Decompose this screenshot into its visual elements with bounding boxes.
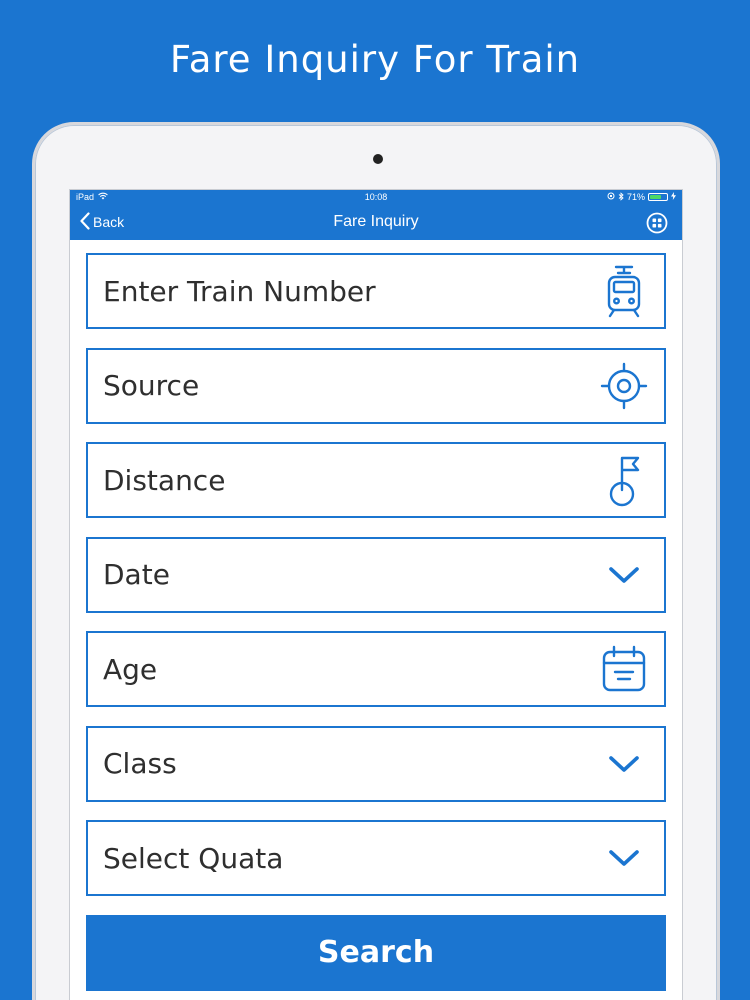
status-bar: iPad 10:08 71% (70, 190, 682, 204)
train-number-field[interactable]: Enter Train Number (86, 253, 666, 329)
search-button[interactable]: Search (86, 914, 666, 991)
age-field[interactable]: Age (86, 631, 666, 707)
navigation-bar: Back Fare Inquiry (70, 204, 682, 240)
back-label: Back (93, 214, 125, 230)
calendar-icon (600, 641, 648, 697)
source-placeholder: Source (103, 369, 200, 402)
bluetooth-icon (618, 191, 624, 203)
quota-placeholder: Select Quata (103, 841, 284, 875)
chevron-down-icon (600, 547, 648, 603)
quota-dropdown[interactable]: Select Quata (86, 820, 666, 896)
date-dropdown[interactable]: Date (86, 536, 666, 613)
chevron-down-icon (600, 830, 648, 886)
device-label: iPad (76, 192, 95, 202)
flag-icon (600, 452, 648, 508)
wifi-icon (98, 192, 108, 202)
battery-fill (650, 195, 662, 199)
fare-inquiry-form: Enter Train Number Source Distance Date … (70, 240, 682, 991)
nav-title: Fare Inquiry (333, 213, 419, 230)
status-time: 10:08 (364, 192, 388, 202)
target-icon (600, 358, 648, 414)
camera-dot (373, 154, 383, 164)
app-screen: iPad 10:08 71% Back Fare Inquiry Enter T… (69, 189, 683, 1000)
charging-icon (671, 192, 676, 202)
chevron-down-icon (600, 736, 648, 792)
battery-percent: 71% (626, 192, 645, 202)
distance-placeholder: Distance (103, 463, 226, 497)
chevron-left-icon (80, 211, 90, 233)
back-button[interactable]: Back (80, 204, 124, 240)
train-icon (600, 263, 648, 319)
source-field[interactable]: Source (86, 347, 666, 424)
grid-menu-button[interactable] (646, 212, 668, 234)
orientation-lock-icon (607, 192, 615, 202)
promo-title: Fare Inquiry For Train (169, 38, 581, 81)
class-placeholder: Class (103, 747, 177, 780)
date-placeholder: Date (103, 558, 170, 591)
grid-menu-icon (646, 212, 668, 234)
status-right: 71% (607, 191, 676, 203)
ipad-frame: iPad 10:08 71% Back Fare Inquiry Enter T… (32, 122, 720, 1000)
age-placeholder: Age (103, 652, 158, 686)
train-number-placeholder: Enter Train Number (103, 274, 376, 308)
class-dropdown[interactable]: Class (86, 725, 666, 802)
distance-field[interactable]: Distance (86, 442, 666, 518)
status-left: iPad (76, 192, 108, 202)
battery-icon (648, 193, 668, 201)
